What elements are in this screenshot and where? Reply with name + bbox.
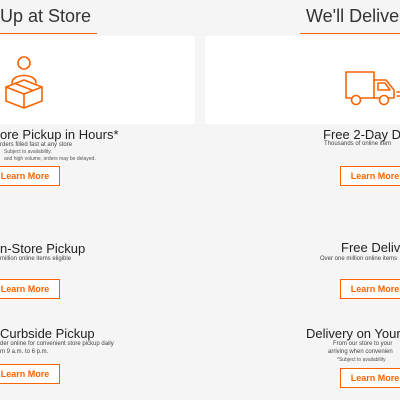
two-day-delivery-desc: Thousands of online item [324,141,392,147]
free-delivery-title: Free Delive [341,240,400,255]
two-day-delivery-learn-more-button[interactable]: Learn More [340,166,400,186]
store-pickup-desc: rders filled fast at any store [0,142,73,148]
instore-pickup-desc: million online items eligible [0,256,72,262]
store-pickup-note: Subject to availability. [4,149,52,155]
curbside-pickup-learn-more-button[interactable]: Learn More [0,364,60,384]
store-pickup-note-2: and high volume, orders may be delayed. [4,156,96,162]
scheduled-delivery-note: *Subject to availability [337,357,386,363]
instore-pickup-learn-more-button[interactable]: Learn More [0,279,60,299]
curbside-pickup-hours: m 9 a.m. to 6 p.m. [0,349,49,355]
store-pickup-title: ore Pickup in Hours* [0,127,119,142]
instore-pickup-title: n-Store Pickup [0,241,86,256]
delivery-heading: We'll Deliver It [306,6,400,26]
scheduled-delivery-title: Delivery on Your S [306,326,400,341]
curbside-pickup-desc: der online for convenient store pickup d… [0,341,114,347]
curbside-pickup-title: Curbside Pickup [0,326,95,341]
person-carrying-box-icon [0,53,48,114]
pickup-heading-rule [0,33,97,34]
store-pickup-learn-more-button[interactable]: Learn More [0,166,60,186]
scheduled-delivery-timing: arriving when convenien [328,349,393,355]
delivery-heading-rule [300,33,400,34]
store-pickup-card [0,36,195,124]
scheduled-delivery-learn-more-button[interactable]: Learn More [340,368,400,388]
free-delivery-learn-more-button[interactable]: Learn More [340,279,400,299]
scheduled-delivery-desc: From our store to your [333,341,393,347]
two-day-delivery-card [205,36,400,124]
delivery-truck-icon [342,68,400,113]
free-delivery-desc: Over one million online items [320,256,398,262]
pickup-heading: Up at Store [0,6,92,26]
